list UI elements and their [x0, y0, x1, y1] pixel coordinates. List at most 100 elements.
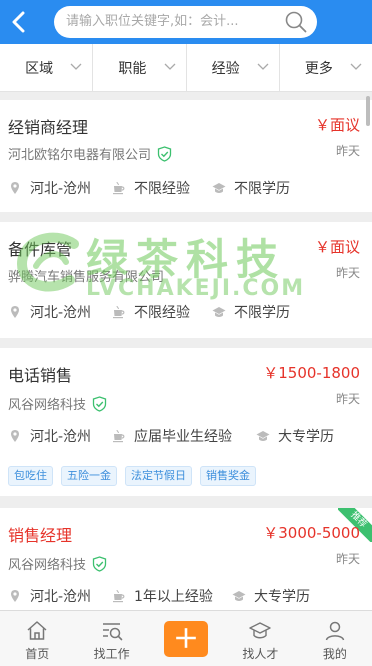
- job-location: 河北-沧州: [8, 586, 91, 606]
- chevron-down-icon: [350, 63, 362, 70]
- job-location: 河北-沧州: [8, 426, 91, 446]
- filter-label: 更多: [304, 60, 333, 77]
- job-experience: 不限经验: [112, 178, 190, 198]
- search-input[interactable]: 请输入职位关键字,如：会计...: [66, 6, 276, 38]
- nav-label: 找人才: [242, 647, 279, 661]
- job-salary: ￥3000-5000: [263, 524, 360, 542]
- job-card[interactable]: 推荐 销售经理 ￥3000-5000 风谷网络科技 昨天 河北-沧州 1年以上经…: [0, 508, 372, 610]
- location-pin-icon: [11, 306, 19, 318]
- experience-text: 应届毕业生经验: [134, 429, 232, 445]
- company-label: 风谷网络科技: [8, 558, 87, 573]
- plus-icon: [176, 628, 196, 648]
- location-pin-icon: [11, 430, 19, 442]
- education-text: 大专学历: [278, 429, 334, 445]
- filter-label: 区域: [25, 60, 54, 77]
- graduation-cap-icon: [232, 591, 246, 601]
- nav-label: 找工作: [93, 647, 130, 661]
- nav-label: 首页: [25, 647, 50, 661]
- job-experience: 不限经验: [112, 302, 190, 322]
- job-education: 不限学历: [212, 302, 290, 322]
- job-card[interactable]: 电话销售 ￥1500-1800 风谷网络科技 昨天 河北-沧州 应届毕业生经验 …: [0, 348, 372, 496]
- education-text: 不限学历: [234, 181, 290, 197]
- post-date: 昨天: [335, 552, 360, 566]
- job-title: 电话销售: [8, 366, 73, 385]
- nav-find-job[interactable]: 找工作: [74, 611, 148, 666]
- search-icon[interactable]: [285, 11, 307, 33]
- experience-text: 1年以上经验: [134, 589, 213, 605]
- company-label: 河北欧铭尔电器有限公司: [8, 148, 152, 163]
- home-icon: [27, 621, 47, 640]
- company-name: 河北欧铭尔电器有限公司: [8, 144, 172, 163]
- benefit-tag: 五险一金: [61, 466, 117, 486]
- nav-profile[interactable]: 我的: [298, 611, 372, 666]
- job-title: 备件库管: [8, 240, 73, 259]
- back-button[interactable]: [6, 8, 32, 36]
- benefit-tag: 销售奖金: [200, 466, 256, 486]
- verified-shield-icon: [92, 395, 107, 412]
- job-location: 河北-沧州: [8, 302, 91, 322]
- education-text: 不限学历: [234, 305, 290, 321]
- scrollbar[interactable]: [366, 96, 370, 126]
- job-card[interactable]: 备件库管 ￥面议 骅腾汽车销售服务有限公司 昨天 河北-沧州 不限经验 不限学历: [0, 222, 372, 338]
- experience-text: 不限经验: [134, 181, 190, 197]
- nav-home[interactable]: 首页: [0, 611, 74, 666]
- header-bar: 请输入职位关键字,如：会计...: [0, 0, 372, 44]
- graduation-cap-icon: [212, 307, 226, 317]
- company-name: 风谷网络科技: [8, 394, 107, 413]
- nav-label: 我的: [322, 647, 347, 661]
- job-education: 大专学历: [232, 586, 310, 606]
- filter-label: 经验: [211, 60, 240, 77]
- job-location: 河北-沧州: [8, 178, 91, 198]
- location-pin-icon: [11, 590, 19, 602]
- cup-icon: [113, 181, 125, 195]
- find-job-icon: [102, 623, 122, 641]
- verified-shield-icon: [92, 555, 107, 572]
- chevron-down-icon: [70, 63, 82, 70]
- filter-label: 职能: [118, 60, 147, 77]
- graduation-cap-icon: [256, 431, 270, 441]
- location-text: 河北-沧州: [30, 429, 92, 445]
- job-education: 不限学历: [212, 178, 290, 198]
- company-label: 骅腾汽车销售服务有限公司: [8, 270, 165, 285]
- job-salary: ￥面议: [314, 116, 360, 134]
- graduation-cap-icon: [212, 183, 226, 193]
- job-education: 大专学历: [256, 426, 334, 446]
- post-date: 昨天: [335, 266, 360, 280]
- nav-publish[interactable]: [149, 611, 223, 666]
- cup-icon: [113, 305, 125, 319]
- company-name: 骅腾汽车销售服务有限公司: [8, 266, 164, 285]
- back-arrow-icon: [12, 11, 25, 33]
- publish-button[interactable]: [164, 621, 209, 657]
- filter-experience[interactable]: 经验: [187, 44, 280, 91]
- experience-text: 不限经验: [134, 305, 190, 321]
- location-text: 河北-沧州: [30, 305, 92, 321]
- location-pin-icon: [11, 182, 19, 194]
- benefit-tags: 包吃住 五险一金 法定节假日 销售奖金: [8, 466, 264, 486]
- filter-function[interactable]: 职能: [93, 44, 187, 91]
- filter-more[interactable]: 更多: [280, 44, 372, 91]
- company-label: 风谷网络科技: [8, 398, 87, 413]
- profile-icon: [325, 621, 345, 641]
- post-date: 昨天: [335, 144, 360, 158]
- company-name: 风谷网络科技: [8, 554, 107, 573]
- job-experience: 应届毕业生经验: [112, 426, 232, 446]
- cup-icon: [113, 429, 125, 443]
- filter-bar: 区域 职能 经验 更多: [0, 44, 372, 92]
- cup-icon: [113, 589, 125, 603]
- education-text: 大专学历: [254, 589, 310, 605]
- location-text: 河北-沧州: [30, 589, 92, 605]
- location-text: 河北-沧州: [30, 181, 92, 197]
- search-box[interactable]: 请输入职位关键字,如：会计...: [54, 6, 317, 38]
- job-salary: ￥1500-1800: [263, 364, 360, 382]
- post-date: 昨天: [335, 392, 360, 406]
- chevron-down-icon: [257, 63, 269, 70]
- verified-shield-icon: [157, 145, 172, 162]
- job-title: 经销商经理: [8, 118, 89, 137]
- nav-find-talent[interactable]: 找人才: [223, 611, 297, 666]
- find-talent-icon: [249, 622, 272, 639]
- job-card[interactable]: 经销商经理 ￥面议 河北欧铭尔电器有限公司 昨天 河北-沧州 不限经验 不限学历: [0, 100, 372, 212]
- chevron-down-icon: [164, 63, 175, 70]
- benefit-tag: 法定节假日: [125, 466, 192, 486]
- filter-area[interactable]: 区域: [0, 44, 94, 91]
- job-experience: 1年以上经验: [112, 586, 213, 606]
